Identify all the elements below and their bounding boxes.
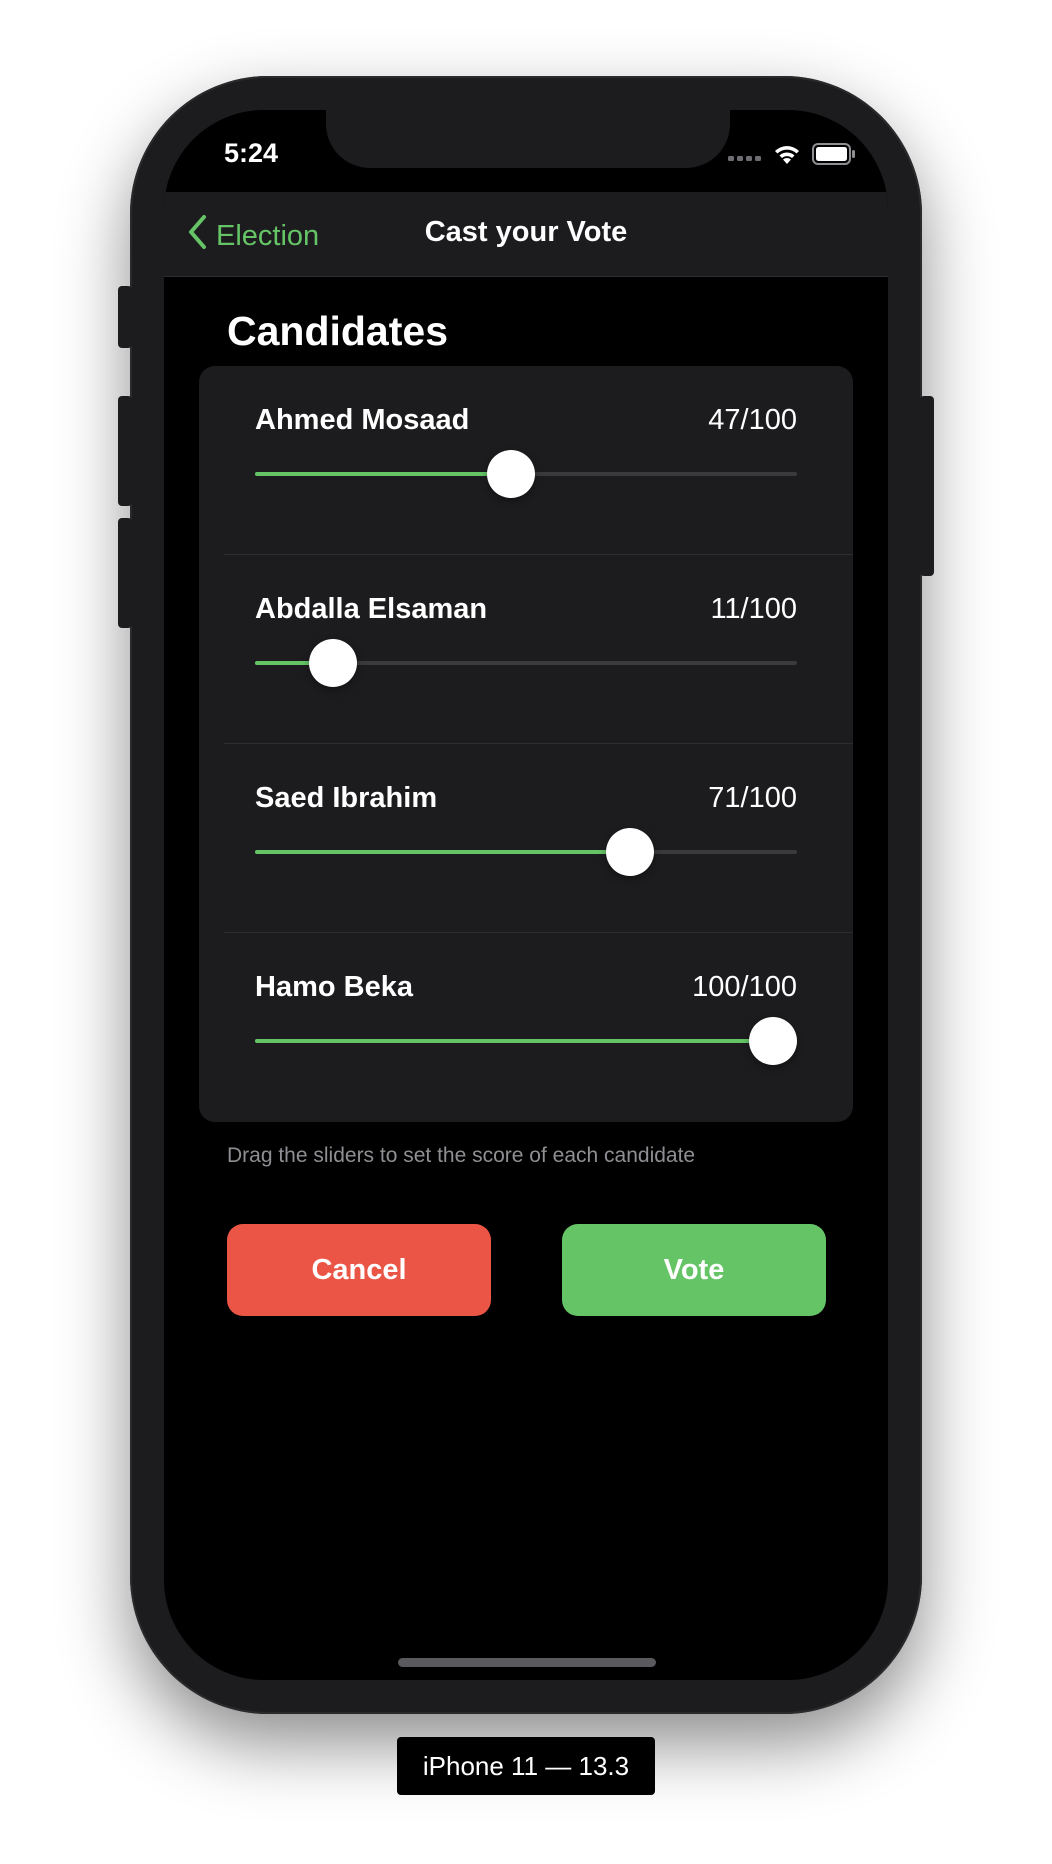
status-icons (728, 142, 856, 171)
wifi-icon (772, 142, 802, 171)
slider-thumb[interactable] (309, 639, 358, 687)
candidate-score-slider[interactable] (255, 1017, 797, 1065)
candidate-score: 11/100 (710, 593, 797, 625)
battery-icon (812, 143, 856, 170)
candidate-score-slider[interactable] (255, 450, 797, 498)
section-title: Candidates (227, 308, 448, 354)
slider-fill (255, 850, 630, 854)
cellular-signal-icon (728, 148, 762, 166)
candidate-score: 100/100 (692, 971, 797, 1003)
slider-thumb[interactable] (487, 450, 536, 498)
silent-switch (118, 286, 132, 348)
candidate-row: Hamo Beka 100/100 (199, 933, 853, 1122)
candidate-score: 47/100 (708, 404, 797, 436)
candidate-score-slider[interactable] (255, 828, 797, 876)
candidate-name: Abdalla Elsaman (255, 593, 488, 625)
slider-hint: Drag the sliders to set the score of eac… (227, 1144, 696, 1167)
candidate-name: Hamo Beka (255, 971, 413, 1003)
candidate-row: Saed Ibrahim 71/100 (199, 744, 853, 933)
slider-thumb[interactable] (749, 1017, 797, 1065)
nav-title: Cast your Vote (424, 216, 628, 248)
candidates-card: Ahmed Mosaad 47/100 Abdalla Elsaman 11/1… (199, 366, 853, 1122)
slider-fill (255, 472, 512, 476)
cancel-button[interactable]: Cancel (227, 1224, 491, 1316)
candidate-name: Saed Ibrahim (255, 782, 438, 814)
screen: 5:24 Election Cast your Vote Candidates … (164, 110, 888, 1680)
slider-fill (255, 1039, 773, 1043)
volume-down-button (118, 518, 132, 628)
simulator-device-label: iPhone 11 — 13.3 (397, 1737, 655, 1795)
candidate-row: Ahmed Mosaad 47/100 (199, 366, 853, 555)
slider-thumb[interactable] (605, 828, 654, 876)
candidate-row: Abdalla Elsaman 11/100 (199, 555, 853, 744)
home-indicator[interactable] (398, 1658, 656, 1667)
status-time: 5:24 (224, 138, 279, 168)
navigation-bar: Election Cast your Vote (164, 192, 888, 277)
candidate-score-slider[interactable] (255, 639, 797, 687)
volume-up-button (118, 396, 132, 506)
candidate-name: Ahmed Mosaad (255, 404, 470, 436)
candidate-score: 71/100 (708, 782, 797, 814)
power-button (920, 396, 934, 576)
vote-button[interactable]: Vote (562, 1224, 826, 1316)
notch (326, 110, 730, 168)
